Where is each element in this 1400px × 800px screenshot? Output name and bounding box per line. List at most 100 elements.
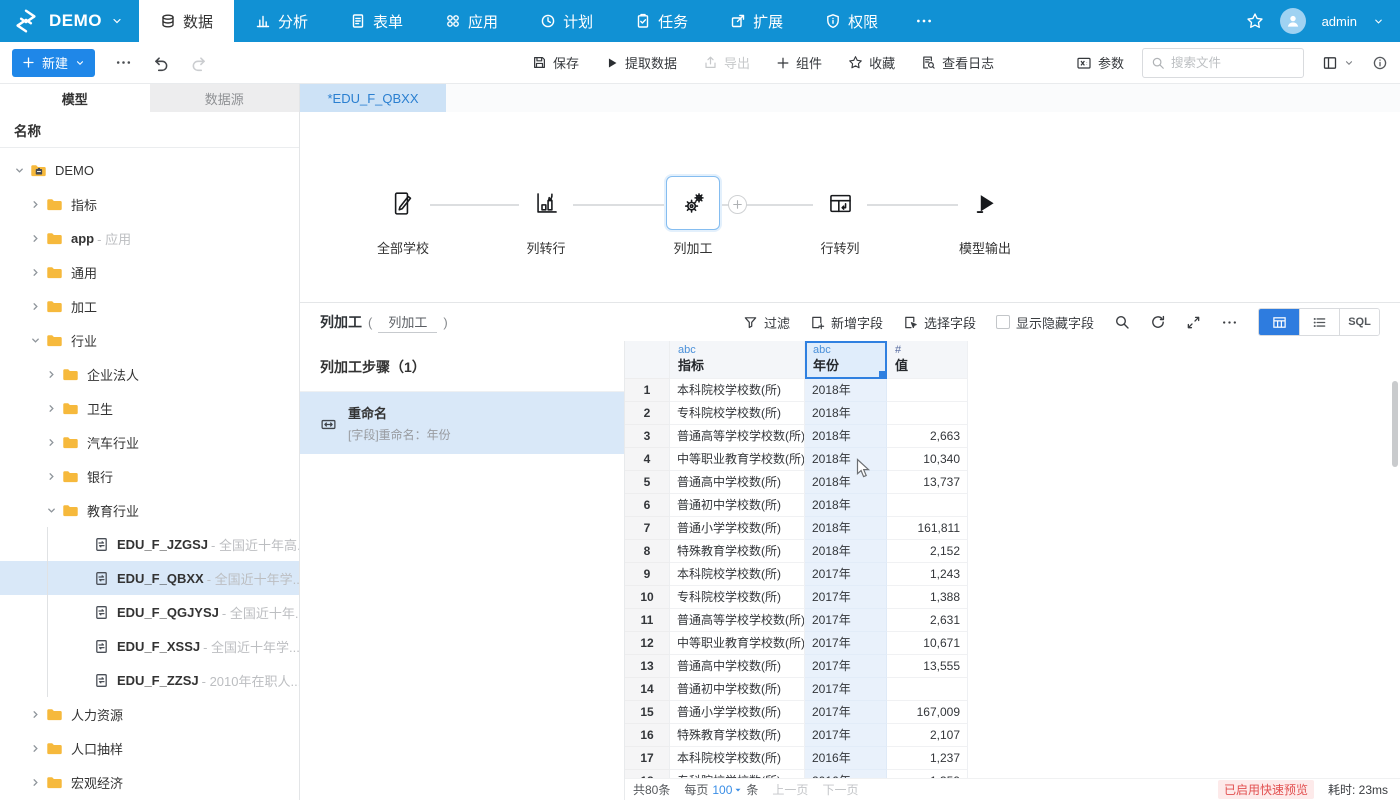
page-size-select[interactable]: 100 bbox=[712, 783, 742, 797]
flow-node-1[interactable]: 全部学校 bbox=[376, 176, 430, 257]
user-menu-chevron-icon[interactable] bbox=[1373, 16, 1384, 27]
chevron-right-icon[interactable] bbox=[28, 709, 42, 720]
preview-scrollbar[interactable] bbox=[1392, 381, 1398, 467]
show-hidden-fields-checkbox[interactable]: 显示隐藏字段 bbox=[996, 313, 1094, 332]
layout-switch-button[interactable] bbox=[1322, 55, 1354, 71]
tree-item-5[interactable]: 加工 bbox=[0, 289, 299, 323]
tree-item-12[interactable]: EDU_F_JZGSJ- 全国近十年高... bbox=[0, 527, 299, 561]
flow-node-box[interactable] bbox=[813, 176, 867, 230]
tree-item-4[interactable]: 通用 bbox=[0, 255, 299, 289]
chevron-down-icon[interactable] bbox=[44, 505, 58, 516]
list-view-button[interactable] bbox=[1299, 309, 1339, 335]
user-name[interactable]: admin bbox=[1322, 14, 1357, 29]
sidebar-tab-datasource[interactable]: 数据源 bbox=[150, 84, 300, 112]
export-button[interactable]: 导出 bbox=[703, 53, 750, 72]
topnav-tab-1[interactable]: 数据 bbox=[139, 0, 234, 42]
favorite-star-icon[interactable] bbox=[1246, 12, 1264, 30]
topnav-tab-5[interactable]: 计划 bbox=[519, 0, 614, 42]
chevron-right-icon[interactable] bbox=[28, 743, 42, 754]
tree-item-10[interactable]: 银行 bbox=[0, 459, 299, 493]
panel-more-icon[interactable] bbox=[1221, 314, 1238, 331]
topnav-tab-8[interactable]: 权限 bbox=[804, 0, 899, 42]
next-page-button[interactable]: 下一页 bbox=[822, 781, 858, 798]
chevron-right-icon[interactable] bbox=[28, 233, 42, 244]
sql-view-button[interactable]: SQL bbox=[1339, 309, 1379, 335]
node-name-input[interactable]: 列加工 bbox=[378, 312, 437, 333]
chevron-right-icon[interactable] bbox=[28, 777, 42, 788]
topnav-more-button[interactable] bbox=[899, 0, 949, 42]
flow-node-3[interactable]: 列加工 bbox=[666, 176, 720, 257]
indicator-cell: 普通高中学校数(所) bbox=[670, 471, 805, 494]
topnav-tab-7[interactable]: 扩展 bbox=[709, 0, 804, 42]
flow-node-5[interactable]: 模型输出 bbox=[958, 176, 1012, 257]
column-header-3[interactable]: #值 bbox=[887, 341, 968, 379]
more-actions-icon[interactable] bbox=[115, 54, 132, 71]
tree-item-17[interactable]: 人力资源 bbox=[0, 697, 299, 731]
tree-item-1[interactable]: DEMO bbox=[0, 153, 299, 187]
topnav-tab-6[interactable]: 任务 bbox=[614, 0, 709, 42]
params-button[interactable]: 参数 bbox=[1076, 53, 1124, 72]
table-view-button[interactable] bbox=[1259, 309, 1299, 335]
column-header-2[interactable]: abc年份 bbox=[805, 341, 887, 379]
workspace-switcher[interactable]: DEMO bbox=[0, 0, 139, 42]
value-cell: 2,107 bbox=[887, 724, 968, 747]
chevron-down-icon[interactable] bbox=[12, 165, 26, 176]
favorite-button[interactable]: 收藏 bbox=[848, 53, 895, 72]
tree-item-label: app bbox=[71, 231, 94, 246]
flow-node-2[interactable]: 列转行 bbox=[519, 176, 573, 257]
document-tab-active[interactable]: *EDU_F_QBXX bbox=[300, 84, 446, 112]
chevron-right-icon[interactable] bbox=[28, 267, 42, 278]
tree-item-7[interactable]: 企业法人 bbox=[0, 357, 299, 391]
refresh-icon[interactable] bbox=[1150, 314, 1166, 330]
add-node-button[interactable] bbox=[728, 195, 747, 214]
tree-item-19[interactable]: 宏观经济 bbox=[0, 765, 299, 799]
tree-item-16[interactable]: EDU_F_ZZSJ- 2010年在职人... bbox=[0, 663, 299, 697]
prev-page-button[interactable]: 上一页 bbox=[772, 781, 808, 798]
tree-item-14[interactable]: EDU_F_QGJYSJ- 全国近十年... bbox=[0, 595, 299, 629]
tree-item-11[interactable]: 教育行业 bbox=[0, 493, 299, 527]
extract-data-button[interactable]: 提取数据 bbox=[605, 53, 677, 72]
flow-node-4[interactable]: 行转列 bbox=[813, 176, 867, 257]
tree-item-9[interactable]: 汽车行业 bbox=[0, 425, 299, 459]
tree-item-18[interactable]: 人口抽样 bbox=[0, 731, 299, 765]
topnav-tab-4[interactable]: 应用 bbox=[424, 0, 519, 42]
tree-item-3[interactable]: app- 应用 bbox=[0, 221, 299, 255]
chevron-right-icon[interactable] bbox=[44, 403, 58, 414]
table-row-12: 12中等职业教育学校数(所)2017年10,671 bbox=[625, 632, 968, 655]
tree-item-8[interactable]: 卫生 bbox=[0, 391, 299, 425]
flow-node-box[interactable] bbox=[958, 176, 1012, 230]
view-log-button[interactable]: 查看日志 bbox=[921, 53, 994, 72]
flow-node-box[interactable] bbox=[666, 176, 720, 230]
file-search-input[interactable] bbox=[1171, 56, 1295, 70]
flow-node-box[interactable] bbox=[376, 176, 430, 230]
chevron-right-icon[interactable] bbox=[44, 369, 58, 380]
filter-button[interactable]: 过滤 bbox=[743, 313, 790, 332]
fullscreen-icon[interactable] bbox=[1186, 315, 1201, 330]
tree-item-15[interactable]: EDU_F_XSSJ- 全国近十年学... bbox=[0, 629, 299, 663]
tree-item-13[interactable]: EDU_F_QBXX- 全国近十年学... bbox=[0, 561, 299, 595]
step-description: [字段]重命名：年份 bbox=[348, 426, 451, 443]
chevron-right-icon[interactable] bbox=[28, 199, 42, 210]
chevron-right-icon[interactable] bbox=[44, 471, 58, 482]
topnav-tab-2[interactable]: 分析 bbox=[234, 0, 329, 42]
component-button[interactable]: 组件 bbox=[776, 53, 822, 72]
column-header-1[interactable]: abc指标 bbox=[670, 341, 805, 379]
sidebar-tab-model[interactable]: 模型 bbox=[0, 84, 150, 112]
user-avatar[interactable] bbox=[1280, 8, 1306, 34]
chevron-right-icon[interactable] bbox=[28, 301, 42, 312]
step-item-rename[interactable]: 重命名 [字段]重命名：年份 bbox=[300, 392, 624, 454]
info-icon[interactable] bbox=[1372, 55, 1388, 71]
chevron-down-icon[interactable] bbox=[28, 335, 42, 346]
add-field-button[interactable]: 新增字段 bbox=[810, 313, 883, 332]
new-button[interactable]: 新建 bbox=[12, 49, 95, 77]
tree-item-2[interactable]: 指标 bbox=[0, 187, 299, 221]
tree-item-6[interactable]: 行业 bbox=[0, 323, 299, 357]
flow-node-box[interactable] bbox=[519, 176, 573, 230]
select-field-button[interactable]: 选择字段 bbox=[903, 313, 976, 332]
undo-icon[interactable] bbox=[152, 54, 170, 72]
redo-icon[interactable] bbox=[190, 54, 208, 72]
save-button[interactable]: 保存 bbox=[532, 53, 579, 72]
table-search-icon[interactable] bbox=[1114, 314, 1130, 330]
chevron-right-icon[interactable] bbox=[44, 437, 58, 448]
topnav-tab-3[interactable]: 表单 bbox=[329, 0, 424, 42]
